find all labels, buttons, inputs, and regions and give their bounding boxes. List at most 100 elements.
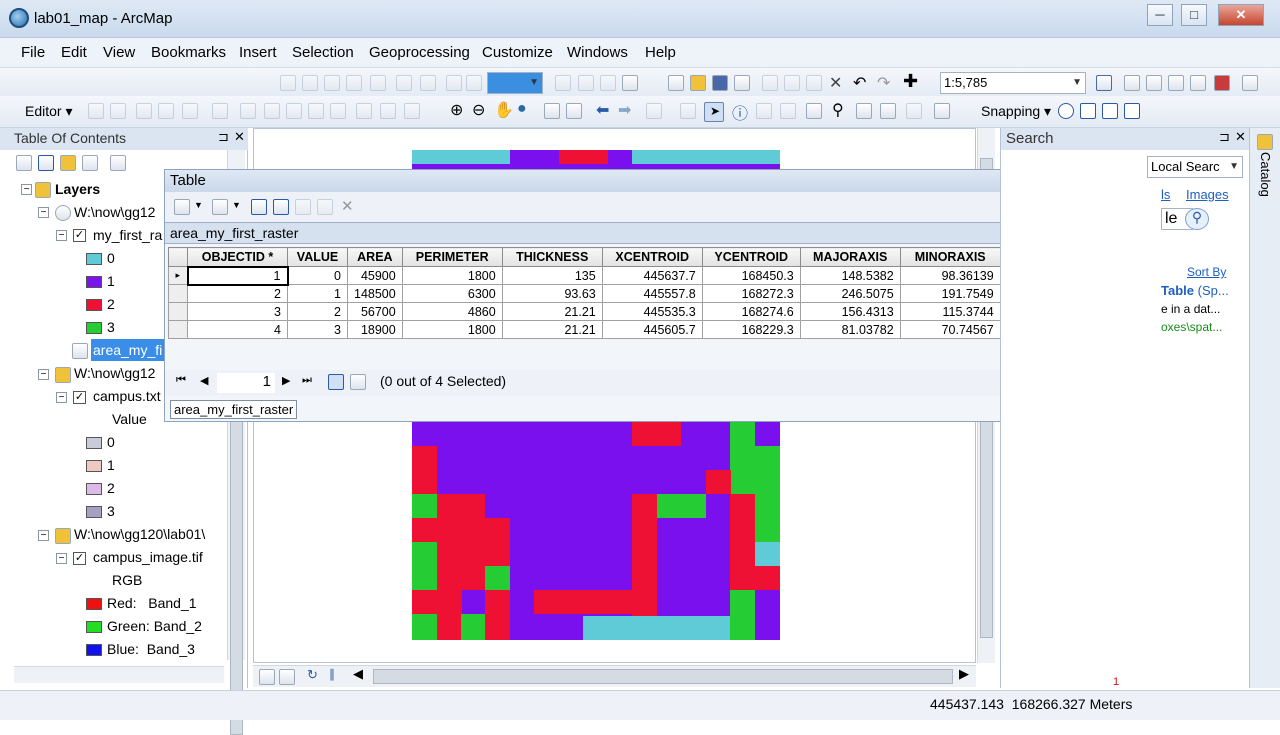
fixed-zoom-in-icon[interactable]: [544, 103, 560, 119]
viewer-window-icon[interactable]: [906, 103, 922, 119]
table-row[interactable]: 4 3 18900 1800 21.21 445605.7 168229.3 81.03782…: [168, 320, 1117, 339]
pan-icon[interactable]: ✋: [494, 100, 514, 120]
map-hscroll-thumb[interactable]: [373, 669, 953, 684]
row-selector[interactable]: [168, 320, 188, 339]
layer-my-first-raster[interactable]: my_first_ra: [93, 224, 162, 246]
menu-view[interactable]: View: [103, 44, 135, 61]
edit-tool-icon[interactable]: [380, 103, 396, 119]
table-cell[interactable]: 4860: [401, 302, 503, 321]
layer-campus[interactable]: campus.txt: [93, 385, 161, 407]
previous-record-icon[interactable]: ◀: [200, 374, 208, 387]
layout-tool-icon[interactable]: [600, 75, 616, 91]
time-slider-icon[interactable]: [880, 103, 896, 119]
table-cell[interactable]: 3: [187, 302, 288, 321]
table-cell[interactable]: 148.5382: [799, 266, 901, 285]
menu-customize[interactable]: Customize: [482, 44, 553, 61]
edit-tool-icon[interactable]: [110, 103, 126, 119]
delete-selected-icon[interactable]: ✕: [341, 197, 354, 215]
edit-tool-icon[interactable]: [286, 103, 302, 119]
table-cell[interactable]: 3: [287, 320, 348, 339]
layout-tool-icon[interactable]: [622, 75, 638, 91]
menu-insert[interactable]: Insert: [239, 44, 277, 61]
find-icon[interactable]: ⚲: [832, 100, 844, 120]
toc-window-icon[interactable]: [1124, 75, 1140, 91]
toc-group-label[interactable]: W:\now\gg12: [74, 362, 155, 384]
next-record-icon[interactable]: ▶: [282, 374, 290, 387]
collapse-icon[interactable]: −: [56, 392, 67, 403]
table-cell[interactable]: 6300: [401, 284, 503, 303]
table-cell[interactable]: 168274.6: [701, 302, 801, 321]
pin-icon[interactable]: ⊐: [218, 129, 229, 145]
table-cell[interactable]: 56700: [347, 302, 403, 321]
search-close-icon[interactable]: ✕: [1235, 129, 1246, 145]
table-cell[interactable]: 21.21: [501, 320, 603, 339]
search-result-title[interactable]: Table (Sp...: [1161, 283, 1229, 298]
arctoolbox-icon[interactable]: [1190, 75, 1206, 91]
layout-tool-icon[interactable]: [578, 75, 594, 91]
menu-file[interactable]: File: [21, 44, 45, 61]
catalog-window-icon[interactable]: [1146, 75, 1162, 91]
scroll-right-arrow[interactable]: ▶: [959, 666, 969, 682]
undo-icon[interactable]: ↶: [853, 73, 866, 93]
table-cell[interactable]: 2: [287, 302, 348, 321]
table-cell[interactable]: 445637.7: [601, 266, 703, 285]
select-features-icon[interactable]: [646, 103, 662, 119]
layout-tool-icon[interactable]: [370, 75, 386, 91]
toc-group-label[interactable]: W:\now\gg12: [74, 201, 155, 223]
table-cell[interactable]: 1800: [401, 320, 503, 339]
point-snapping-icon[interactable]: [1058, 103, 1074, 119]
collapse-icon[interactable]: −: [38, 369, 49, 380]
edit-tool-icon[interactable]: [136, 103, 152, 119]
search-filter-link[interactable]: ls: [1161, 187, 1170, 202]
column-header[interactable]: AREA: [347, 247, 403, 267]
table-cell[interactable]: 93.63: [501, 284, 603, 303]
pin-icon[interactable]: ⊐: [1219, 129, 1230, 145]
layout-tool-icon[interactable]: [396, 75, 412, 91]
data-view-icon[interactable]: [259, 669, 275, 685]
edit-tool-icon[interactable]: [264, 103, 280, 119]
table-row[interactable]: ▸ 1 0 45900 1800 135 445637.7 168450.3 148.5382 9…: [168, 265, 1117, 286]
table-cell[interactable]: 98.36139: [899, 266, 1001, 285]
end-snapping-icon[interactable]: [1080, 103, 1096, 119]
table-cell[interactable]: 0: [287, 266, 348, 285]
table-row[interactable]: 3 2 56700 4860 21.21 445535.3 168274.6 156.4313…: [168, 302, 1117, 321]
table-cell[interactable]: 1800: [401, 266, 503, 285]
zoom-percent-field[interactable]: 100% ▼: [487, 72, 543, 94]
identify-icon[interactable]: ⓘ: [732, 100, 748, 124]
edge-snapping-icon[interactable]: [1124, 103, 1140, 119]
menu-geoprocessing[interactable]: Geoprocessing: [369, 44, 470, 61]
select-elements-icon[interactable]: ➤: [704, 102, 724, 122]
layers-dataframe[interactable]: Layers: [55, 178, 100, 200]
layer-campus-image[interactable]: campus_image.tif: [93, 546, 203, 568]
edit-tool-icon[interactable]: [404, 103, 420, 119]
list-by-selection-icon[interactable]: [82, 155, 98, 171]
minimize-button[interactable]: ─: [1147, 4, 1173, 26]
layout-tool-icon[interactable]: [280, 75, 296, 91]
table-cell[interactable]: 168272.3: [701, 284, 801, 303]
switch-selection-icon[interactable]: [273, 199, 289, 215]
edit-tool-icon[interactable]: [182, 103, 198, 119]
first-record-icon[interactable]: ⏮: [176, 374, 186, 387]
edit-tool-icon[interactable]: [308, 103, 324, 119]
zoom-in-icon[interactable]: ⊕: [450, 100, 463, 120]
table-cell[interactable]: 18900: [347, 320, 403, 339]
table-cell[interactable]: 115.3744: [899, 302, 1001, 321]
open-folder-icon[interactable]: [690, 75, 706, 91]
edit-tool-icon[interactable]: [240, 103, 256, 119]
table-cell[interactable]: 1: [287, 284, 348, 303]
toc-group-label[interactable]: W:\now\gg120\lab01\: [74, 523, 205, 545]
toc-horizontal-scrollbar[interactable]: [14, 666, 224, 683]
scroll-thumb[interactable]: [230, 415, 243, 735]
table-cell[interactable]: 81.03782: [799, 320, 901, 339]
record-number-field[interactable]: 1: [217, 373, 275, 393]
table-cell[interactable]: 246.5075: [799, 284, 901, 303]
column-header[interactable]: MAJORAXIS: [799, 247, 901, 267]
column-header[interactable]: THICKNESS: [501, 247, 603, 267]
table-cell[interactable]: 4: [187, 320, 288, 339]
list-by-drawing-order-icon[interactable]: [16, 155, 32, 171]
list-by-source-icon[interactable]: [38, 155, 54, 171]
map-scale-field[interactable]: 1:5,785 ▼: [940, 72, 1086, 94]
clear-selection-icon[interactable]: [295, 199, 311, 215]
layer-visibility-checkbox[interactable]: ✓: [73, 552, 86, 565]
copy-icon[interactable]: [784, 75, 800, 91]
